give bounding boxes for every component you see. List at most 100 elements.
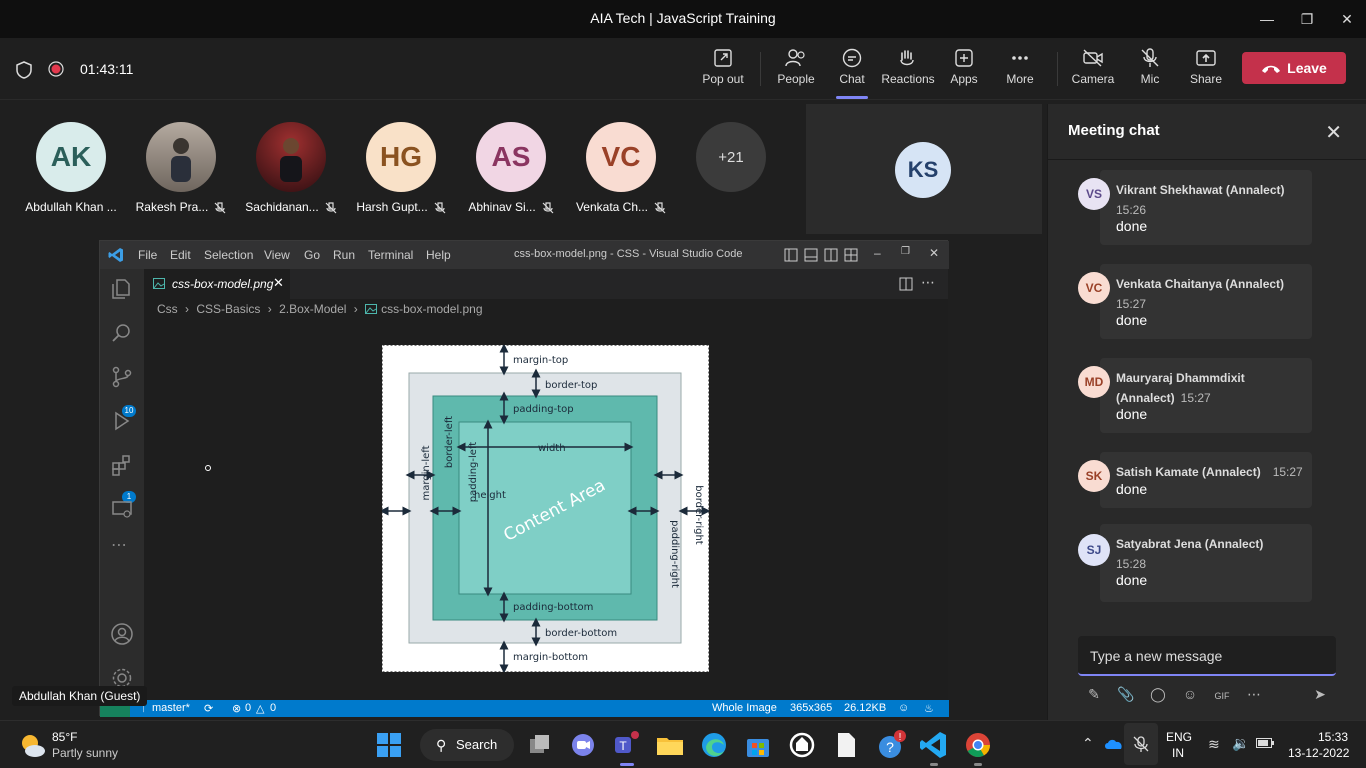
message-author: Mauryaraj Dhammdixit (Annalect) 15:27	[1116, 371, 1245, 405]
breadcrumb-item[interactable]: css-box-model.png	[381, 302, 482, 316]
vscode-restore-icon[interactable]: ❐	[901, 246, 910, 257]
close-chat-icon[interactable]: ✕	[1325, 120, 1342, 145]
breadcrumb-item[interactable]: CSS-Basics	[196, 302, 260, 316]
close-window-icon[interactable]: ✕	[1332, 8, 1362, 30]
gif-icon[interactable]: GIF	[1212, 686, 1232, 706]
more-button[interactable]: More	[990, 48, 1050, 86]
teams-icon[interactable]: T	[610, 729, 642, 761]
tab-close-icon[interactable]: ✕	[273, 275, 284, 291]
participant-tile[interactable]: Rakesh Pra...	[131, 122, 231, 214]
mic-button[interactable]: Mic	[1120, 48, 1180, 86]
clock-time[interactable]: 15:33	[1318, 730, 1348, 744]
search-icon[interactable]	[110, 321, 134, 345]
input-region[interactable]: IN	[1172, 746, 1184, 760]
mic-muted-tray[interactable]	[1124, 723, 1158, 765]
vpn-app-icon[interactable]	[786, 729, 818, 761]
avatar-photo	[256, 122, 326, 192]
chat-button[interactable]: Chat	[822, 48, 882, 99]
menu-view[interactable]: View	[264, 248, 290, 262]
weather-desc[interactable]: Partly sunny	[52, 746, 118, 760]
menu-selection[interactable]: Selection	[204, 248, 253, 262]
explorer-icon[interactable]	[110, 277, 134, 301]
chat-message[interactable]: Mauryaraj Dhammdixit (Annalect) 15:27 don…	[1100, 358, 1312, 433]
remote-explorer-icon[interactable]	[110, 497, 134, 521]
extensions-icon[interactable]	[110, 453, 134, 477]
file-explorer-icon[interactable]	[654, 729, 686, 761]
more-options-icon[interactable]: ⋯	[1244, 686, 1264, 706]
more-participants-button[interactable]: +21	[681, 122, 781, 192]
run-debug-icon[interactable]	[110, 409, 134, 433]
participant-tile[interactable]: Sachidanan...	[241, 122, 341, 214]
help-icon[interactable]: ?!	[874, 729, 906, 761]
git-branch[interactable]: master*	[152, 702, 190, 714]
attach-icon[interactable]: 📎	[1116, 686, 1136, 706]
reactions-button[interactable]: Reactions	[878, 48, 938, 86]
breadcrumb-item[interactable]: Css	[157, 302, 178, 316]
chat-message[interactable]: Venkata Chaitanya (Annalect) 15:27 done	[1100, 264, 1312, 339]
weather-temp[interactable]: 85°F	[52, 730, 77, 744]
split-editor-icon[interactable]	[899, 277, 913, 291]
task-view-icon[interactable]	[524, 729, 556, 761]
share-button[interactable]: Share	[1176, 48, 1236, 86]
speaker-tile[interactable]: KS	[806, 104, 1042, 234]
message-compose-input[interactable]: Type a new message	[1078, 636, 1336, 676]
feedback-icon[interactable]: ☺	[898, 702, 909, 714]
document-icon[interactable]	[830, 729, 862, 761]
leave-button[interactable]: Leave	[1242, 52, 1346, 84]
zoom-mode[interactable]: Whole Image	[712, 702, 777, 714]
breadcrumb-item[interactable]: 2.Box-Model	[279, 302, 346, 316]
emoji-icon[interactable]: ☺	[1180, 686, 1200, 706]
notifications-bell-icon[interactable]: ♨	[924, 702, 934, 715]
onedrive-icon[interactable]	[1104, 737, 1124, 751]
participant-tile[interactable]: VC Venkata Ch...	[571, 122, 671, 214]
people-button[interactable]: People	[766, 48, 826, 86]
layout-toggle-icons[interactable]	[784, 248, 858, 262]
battery-icon[interactable]	[1256, 738, 1274, 748]
volume-icon[interactable]: 🔉	[1232, 735, 1249, 752]
more-actions-icon[interactable]: ⋯	[921, 274, 935, 291]
taskbar-search[interactable]: ⚲ Search	[420, 729, 514, 761]
chrome-icon[interactable]	[962, 729, 994, 761]
clock-date[interactable]: 13-12-2022	[1288, 746, 1349, 760]
error-count[interactable]: 0	[245, 702, 251, 714]
camera-button[interactable]: Camera	[1063, 48, 1123, 86]
vscode-close-icon[interactable]: ✕	[929, 246, 939, 260]
menu-help[interactable]: Help	[426, 248, 451, 262]
tab-css-box-model[interactable]: css-box-model.png ✕	[144, 269, 290, 299]
chat-message[interactable]: Vikrant Shekhawat (Annalect) 15:26 done	[1100, 170, 1312, 245]
source-control-icon[interactable]	[110, 365, 134, 389]
teams-chat-icon[interactable]	[567, 729, 599, 761]
maximize-icon[interactable]: ❐	[1292, 8, 1322, 30]
menu-go[interactable]: Go	[304, 248, 320, 262]
wifi-icon[interactable]: ≋	[1208, 736, 1220, 753]
popout-button[interactable]: Pop out	[693, 48, 753, 86]
chat-message[interactable]: Satish Kamate (Annalect) 15:27 done	[1100, 452, 1312, 508]
windows-start-icon[interactable]	[373, 729, 405, 761]
chat-message[interactable]: Satyabrat Jena (Annalect) 15:28 done	[1100, 524, 1312, 602]
svg-text:?: ?	[886, 739, 894, 755]
minimize-icon[interactable]: —	[1252, 8, 1282, 30]
menu-file[interactable]: File	[138, 248, 157, 262]
store-icon[interactable]	[742, 729, 774, 761]
input-language[interactable]: ENG	[1166, 730, 1192, 744]
vscode-minimize-icon[interactable]: –	[874, 246, 881, 260]
more-views-icon[interactable]: ⋯	[111, 535, 128, 555]
menu-terminal[interactable]: Terminal	[368, 248, 413, 262]
apps-button[interactable]: Apps	[934, 48, 994, 86]
participant-tile[interactable]: AS Abhinav Si...	[461, 122, 561, 214]
edge-icon[interactable]	[698, 729, 730, 761]
menu-edit[interactable]: Edit	[170, 248, 191, 262]
account-icon[interactable]	[110, 622, 134, 646]
chevron-up-icon[interactable]: ⌃	[1082, 735, 1094, 752]
reactions-icon	[900, 50, 914, 66]
warning-count[interactable]: 0	[270, 702, 276, 714]
partly-sunny-icon[interactable]	[18, 731, 46, 759]
format-icon[interactable]: ✎	[1084, 686, 1104, 706]
vscode-taskbar-icon[interactable]	[918, 729, 950, 761]
loop-component-icon[interactable]: ◯	[1148, 686, 1168, 706]
menu-run[interactable]: Run	[333, 248, 355, 262]
sync-icon[interactable]: ⟳	[204, 702, 213, 715]
participant-tile[interactable]: HG Harsh Gupt...	[351, 122, 451, 214]
send-icon[interactable]: ➤	[1310, 686, 1330, 706]
participant-tile[interactable]: AK Abdullah Khan ...	[21, 122, 121, 214]
